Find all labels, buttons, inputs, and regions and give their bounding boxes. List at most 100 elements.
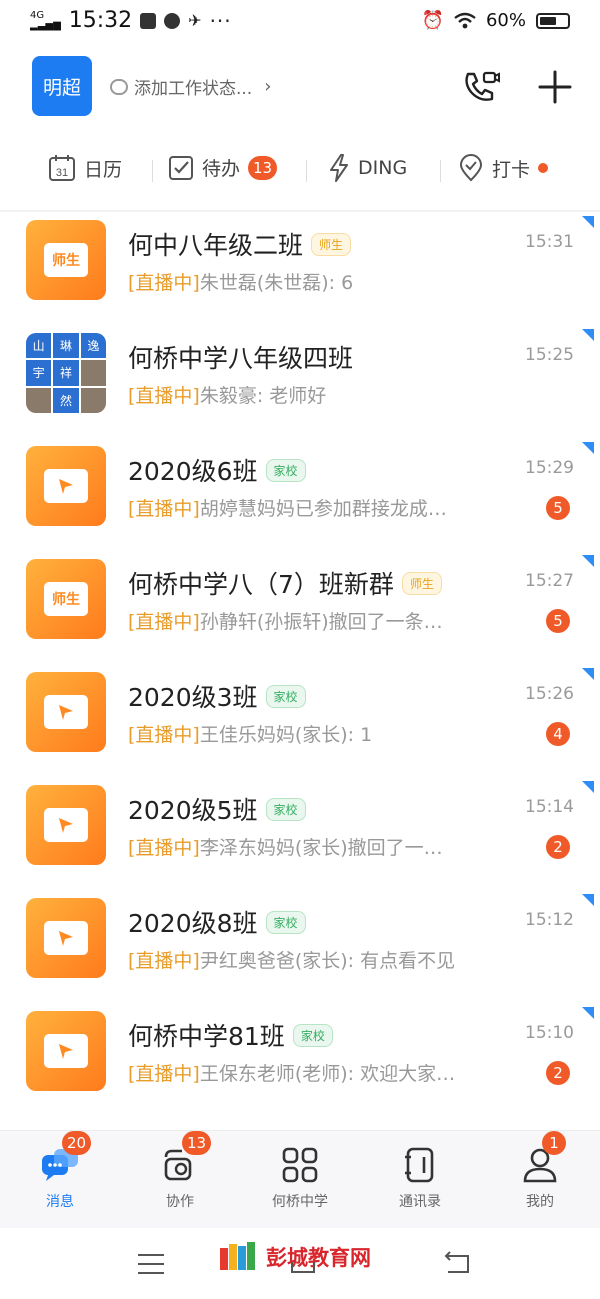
header: 明超 添加工作状态... ›	[0, 56, 600, 120]
avatar-cell: 山	[26, 333, 52, 359]
message-preview: 王佳乐妈妈(家长): 1	[199, 724, 373, 746]
bottom-tab-bar: 20 消息 13 协作 何桥中学 通讯录 1 我的	[0, 1130, 600, 1229]
video-call-icon[interactable]	[462, 70, 500, 104]
message-preview: 朱毅豪: 老师好	[199, 385, 327, 407]
chevron-right-icon: ›	[264, 76, 272, 97]
chat-preview: [直播中]李泽东妈妈(家长)撤回了一…	[128, 833, 523, 860]
chat-title: 何桥中学八年级四班	[128, 344, 354, 373]
group-avatar	[26, 1011, 106, 1091]
battery-percent: 60%	[485, 10, 526, 31]
collaboration-count-badge: 13	[182, 1131, 212, 1155]
menu-icon[interactable]	[136, 1252, 166, 1276]
home-icon[interactable]	[290, 1260, 316, 1274]
avatar-cell: 祥	[53, 360, 79, 386]
book-icon	[44, 695, 88, 729]
group-avatar	[26, 785, 106, 865]
work-status-button[interactable]: 添加工作状态... ›	[110, 74, 271, 99]
tab-workbench[interactable]: 何桥中学	[250, 1145, 350, 1211]
lightning-icon	[330, 154, 348, 182]
checkbox-icon	[169, 155, 193, 180]
checkin-button[interactable]: 打卡	[458, 154, 549, 182]
group-avatar: 师生	[26, 559, 106, 639]
chat-list: 师生 何中八年级二班 师生 15:31 [直播中]朱世磊(朱世磊): 6 山琳逸宇祥然何桥…	[0, 212, 600, 1116]
avatar-cell	[80, 387, 106, 413]
avatar-cell: 宇	[26, 360, 52, 386]
speech-bubble-icon	[110, 78, 128, 95]
unread-count-badge: 2	[546, 1061, 570, 1085]
todo-button[interactable]: 待办 13	[168, 154, 278, 181]
profile-count-badge: 1	[542, 1131, 566, 1155]
chat-preview: [直播中]孙静轩(孙振轩)撤回了一条…	[128, 607, 523, 634]
chat-list-item[interactable]: 2020级5班 家校 15:14 [直播中]李泽东妈妈(家长)撤回了一… 2	[0, 777, 600, 890]
chat-list-item[interactable]: 2020级6班 家校 15:29 [直播中]胡婷慧妈妈已参加群接龙成… 5	[0, 438, 600, 551]
chat-title: 2020级6班	[128, 457, 258, 486]
group-type-tag: 家校	[265, 910, 306, 934]
chat-title: 何桥中学81班	[128, 1022, 285, 1051]
checkin-dot-indicator	[538, 163, 549, 173]
separator	[306, 160, 307, 182]
tab-collaboration[interactable]: 13 协作	[130, 1131, 230, 1211]
chat-time: 15:31	[525, 232, 574, 252]
message-preview: 尹红奥爸爸(家长): 有点看不见	[199, 950, 456, 972]
calendar-button[interactable]: 31 日历	[48, 154, 122, 182]
system-nav-bar: 彭城教育网	[0, 1228, 600, 1299]
chat-title: 2020级8班	[128, 909, 258, 938]
chat-preview: [直播中]王佳乐妈妈(家长): 1	[128, 720, 523, 747]
calendar-label: 日历	[84, 158, 123, 181]
chat-list-item[interactable]: 师生 何桥中学八（7）班新群 师生 15:27 [直播中]孙静轩(孙振轩)撤回了一条… 5	[0, 551, 600, 664]
chat-list-item[interactable]: 山琳逸宇祥然何桥中学八年级四班 15:25 [直播中]朱毅豪: 老师好	[0, 325, 600, 438]
calendar-icon: 31	[49, 155, 75, 181]
bird-notification-icon: ✈	[188, 11, 202, 30]
tab-profile[interactable]: 1 我的	[490, 1131, 590, 1211]
live-indicator: [直播中]	[128, 385, 200, 407]
chat-list-item[interactable]: 2020级3班 家校 15:26 [直播中]王佳乐妈妈(家长): 14	[0, 664, 600, 777]
group-avatar: 山琳逸宇祥然	[26, 333, 106, 413]
group-avatar	[26, 672, 106, 752]
plus-icon[interactable]	[538, 70, 572, 104]
books-logo-icon	[220, 1242, 255, 1270]
book-icon	[44, 469, 88, 503]
chat-preview: [直播中]胡婷慧妈妈已参加群接龙成…	[128, 494, 523, 521]
signal-indicator: 4G ▂▃▅▆	[30, 10, 61, 31]
message-preview: 王保东老师(老师): 欢迎大家…	[199, 1063, 456, 1085]
group-type-tag: 师生	[401, 571, 442, 595]
chat-time: 15:25	[525, 345, 574, 365]
chat-preview: [直播中]王保东老师(老师): 欢迎大家…	[128, 1059, 523, 1086]
live-indicator: [直播中]	[128, 1063, 200, 1085]
back-icon[interactable]	[440, 1250, 472, 1276]
group-avatar: 师生	[26, 220, 106, 300]
alarm-icon: ⏰	[421, 10, 444, 31]
ding-button[interactable]: DING	[328, 154, 407, 182]
chat-time: 15:10	[525, 1023, 574, 1043]
group-type-tag: 家校	[265, 797, 306, 821]
svg-text:31: 31	[56, 167, 68, 179]
user-avatar-button[interactable]: 明超	[32, 56, 92, 116]
chat-list-item[interactable]: 师生 何中八年级二班 师生 15:31 [直播中]朱世磊(朱世磊): 6	[0, 212, 600, 325]
message-preview: 朱世磊(朱世磊): 6	[199, 272, 354, 294]
pinned-corner-marker	[582, 1007, 594, 1019]
chat-list-item[interactable]: 何桥中学81班 家校 15:10 [直播中]王保东老师(老师): 欢迎大家… 2	[0, 1003, 600, 1116]
chat-list-item[interactable]: 2020级8班 家校 15:12 [直播中]尹红奥爸爸(家长): 有点看不见	[0, 890, 600, 1003]
avatar-cell	[26, 387, 52, 413]
chat-time: 15:27	[525, 571, 574, 591]
pinned-corner-marker	[582, 442, 594, 454]
book-icon	[44, 921, 88, 955]
tab-contacts[interactable]: 通讯录	[370, 1145, 470, 1211]
checkin-label: 打卡	[492, 158, 531, 181]
chat-title: 何中八年级二班	[128, 231, 304, 260]
avatar-cell: 琳	[53, 333, 79, 359]
messages-count-badge: 20	[62, 1131, 92, 1155]
message-preview: 孙静轩(孙振轩)撤回了一条…	[199, 611, 443, 633]
clock: 15:32	[68, 8, 133, 33]
ding-label: DING	[358, 157, 408, 179]
live-indicator: [直播中]	[128, 724, 200, 746]
live-indicator: [直播中]	[128, 272, 200, 294]
tab-messages[interactable]: 20 消息	[10, 1131, 110, 1211]
chat-preview: [直播中]朱世磊(朱世磊): 6	[128, 268, 523, 295]
quick-tools-bar: 31 日历 待办 13 DING 打卡	[0, 146, 600, 196]
separator	[440, 160, 441, 182]
group-type-tag: 师生	[311, 232, 352, 256]
tab-label: 消息	[46, 1194, 74, 1210]
chat-title: 何桥中学八（7）班新群	[128, 570, 394, 599]
avatar-cell: 逸	[80, 333, 106, 359]
